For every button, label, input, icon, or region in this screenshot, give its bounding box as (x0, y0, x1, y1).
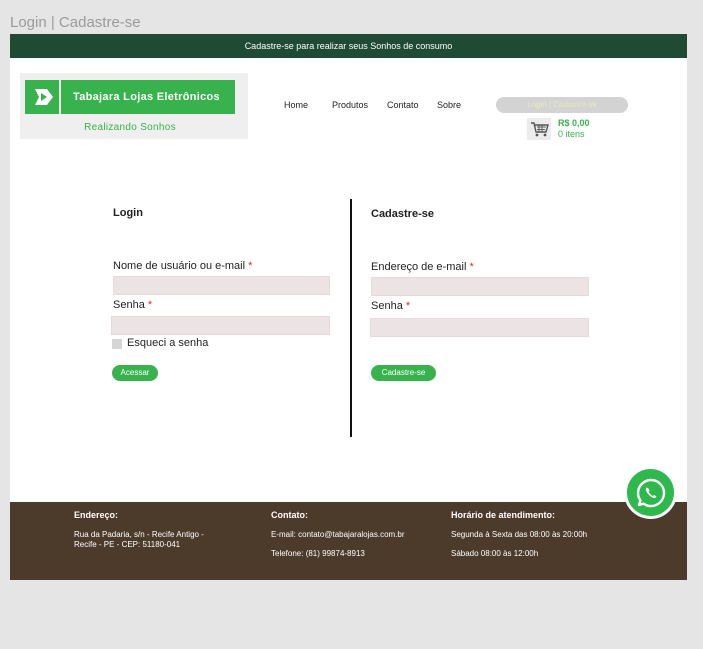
logo-banner: Tabajara Lojas Eletrônicos (25, 80, 235, 114)
register-email-input[interactable] (371, 277, 589, 296)
header-login-button[interactable]: Login | Cadastre-se (496, 97, 628, 113)
cart-price: R$ 0,00 (558, 118, 590, 128)
nav-contato[interactable]: Contato (387, 100, 419, 110)
login-password-label: Senha * (113, 299, 152, 311)
logo-name: Tabajara Lojas Eletrônicos (73, 91, 220, 103)
footer-contact-phone[interactable]: Telefone: (81) 99874-8913 (271, 549, 365, 559)
username-input[interactable] (113, 276, 330, 295)
logo[interactable]: Tabajara Lojas Eletrônicos Realizando So… (20, 73, 248, 139)
footer-hours-saturday: Sábado 08:00 às 12:00h (451, 549, 539, 558)
promo-topbar: Cadastre-se para realizar seus Sonhos de… (10, 34, 687, 58)
required-mark: * (248, 260, 253, 272)
footer-contact-email[interactable]: E-mail: contato@tabajaralojas.com.br (271, 530, 405, 540)
register-title: Cadastre-se (371, 208, 434, 220)
footer: Endereço: Rua da Padaria, s/n - Recife A… (10, 502, 687, 580)
register-password-label: Senha * (371, 300, 410, 312)
column-divider (350, 199, 352, 437)
nav-produtos[interactable]: Produtos (332, 100, 368, 110)
required-mark: * (147, 299, 153, 311)
cart-icon[interactable] (527, 118, 551, 140)
logo-play-icon (25, 80, 61, 114)
page-frame: Cadastre-se para realizar seus Sonhos de… (10, 34, 687, 580)
logo-tagline: Realizando Sonhos (84, 122, 176, 133)
nav-sobre[interactable]: Sobre (437, 100, 461, 110)
footer-address-line2: Recife - PE - CEP: 51180-041 (74, 540, 181, 549)
register-email-label-text: Endereço de e-mail (371, 261, 467, 273)
whatsapp-icon[interactable] (624, 466, 677, 519)
footer-hours-title: Horário de atendimento: (451, 510, 556, 520)
username-label-text: Nome de usuário ou e-mail (113, 260, 246, 272)
login-password-label-text: Senha (113, 299, 145, 311)
footer-hours-weekday: Segunda à Sexta das 08:00 às 20:00h (451, 530, 588, 539)
footer-address-title: Endereço: (74, 510, 119, 520)
required-mark: * (405, 300, 411, 312)
footer-address-line1: Rua da Padaria, s/n - Recife Antigo - (74, 530, 204, 539)
footer-contact-title: Contato: (271, 510, 308, 520)
nav-home[interactable]: Home (284, 100, 308, 110)
login-title: Login (113, 207, 143, 219)
register-submit-button[interactable]: Cadastre-se (371, 365, 436, 381)
username-label: Nome de usuário ou e-mail * (113, 260, 252, 272)
cart-items-count: 0 itens (558, 129, 585, 139)
forgot-password-checkbox[interactable] (112, 339, 122, 349)
frame-title: Login | Cadastre-se (10, 14, 141, 31)
register-email-label: Endereço de e-mail * (371, 261, 474, 273)
forgot-password-label[interactable]: Esqueci a senha (127, 337, 208, 349)
register-password-input[interactable] (370, 318, 589, 337)
login-submit-button[interactable]: Acessar (112, 365, 158, 381)
register-password-label-text: Senha (371, 300, 403, 312)
required-mark: * (469, 261, 474, 273)
login-password-input[interactable] (111, 316, 330, 335)
